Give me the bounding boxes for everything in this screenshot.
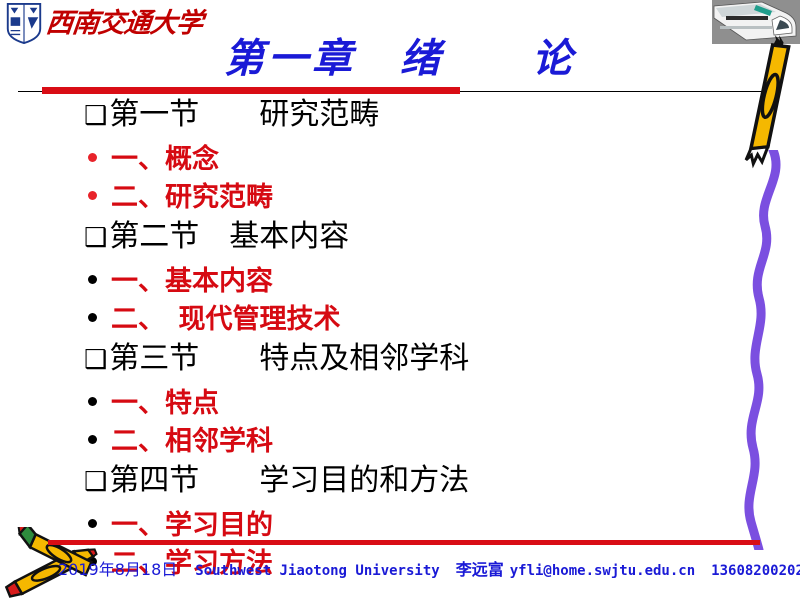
list-item: 一、概念 bbox=[0, 146, 720, 184]
section-heading-label: 第二节 基本内容 bbox=[109, 219, 350, 254]
header-divider-red bbox=[42, 87, 460, 94]
section-heading-label: 第四节 学习目的和方法 bbox=[109, 463, 470, 498]
outline-list: ❑ 第一节 研究范畴 一、概念 二、研究范畴 ❑ 第二节 基本内容 一、基本内容… bbox=[0, 100, 720, 588]
list-item: 一、基本内容 bbox=[0, 268, 720, 306]
footer-author: 李远富 bbox=[455, 560, 504, 579]
dot-bullet-icon bbox=[88, 397, 97, 406]
list-item-label: 二、研究范畴 bbox=[111, 182, 273, 213]
dot-bullet-icon bbox=[88, 313, 97, 322]
dot-bullet-icon bbox=[88, 435, 97, 444]
square-bullet-icon: ❑ bbox=[84, 101, 108, 131]
square-bullet-icon: ❑ bbox=[84, 345, 108, 375]
footer-divider-red bbox=[48, 540, 760, 545]
square-bullet-icon: ❑ bbox=[84, 467, 108, 497]
list-item: 二、相邻学科 bbox=[0, 428, 720, 466]
section-heading: ❑ 第二节 基本内容 bbox=[0, 222, 720, 268]
pencil-icon bbox=[744, 35, 791, 169]
page-title: 第一章 绪 论 bbox=[224, 35, 576, 82]
list-item: 二、 现代管理技术 bbox=[0, 306, 720, 344]
footer-email: yfli@home.swjtu.edu.cn bbox=[509, 563, 696, 579]
dot-bullet-icon bbox=[88, 153, 97, 162]
footer: 2019年8月18日 Southwest Jiaotong University… bbox=[58, 556, 800, 580]
wavy-line bbox=[744, 150, 781, 550]
footer-date: 2019年8月18日 bbox=[58, 560, 178, 579]
section-heading: ❑ 第四节 学习目的和方法 bbox=[0, 466, 720, 512]
dot-bullet-icon bbox=[88, 275, 97, 284]
dot-bullet-icon bbox=[88, 191, 97, 200]
section-heading-label: 第一节 研究范畴 bbox=[109, 97, 380, 132]
footer-phone: 13608200202 bbox=[711, 563, 800, 579]
list-item-label: 一、基本内容 bbox=[111, 266, 273, 297]
list-item-label: 一、特点 bbox=[111, 388, 219, 419]
list-item: 一、特点 bbox=[0, 390, 720, 428]
presentation-slide: 西南交通大学 第一章 绪 论 ❑ 第一节 研究范畴 一、概念 二、研究范畴 ❑ … bbox=[0, 0, 800, 600]
section-heading-label: 第三节 特点及相邻学科 bbox=[109, 341, 470, 376]
square-bullet-icon: ❑ bbox=[84, 223, 108, 253]
list-item-label: 二、 现代管理技术 bbox=[111, 304, 341, 335]
section-heading: ❑ 第一节 研究范畴 bbox=[0, 100, 720, 146]
section-heading: ❑ 第三节 特点及相邻学科 bbox=[0, 344, 720, 390]
list-item-label: 一、学习目的 bbox=[111, 510, 273, 541]
list-item-label: 一、概念 bbox=[111, 144, 219, 175]
footer-organization: Southwest Jiaotong University bbox=[195, 563, 440, 579]
list-item: 二、研究范畴 bbox=[0, 184, 720, 222]
list-item-label: 二、相邻学科 bbox=[111, 426, 273, 457]
